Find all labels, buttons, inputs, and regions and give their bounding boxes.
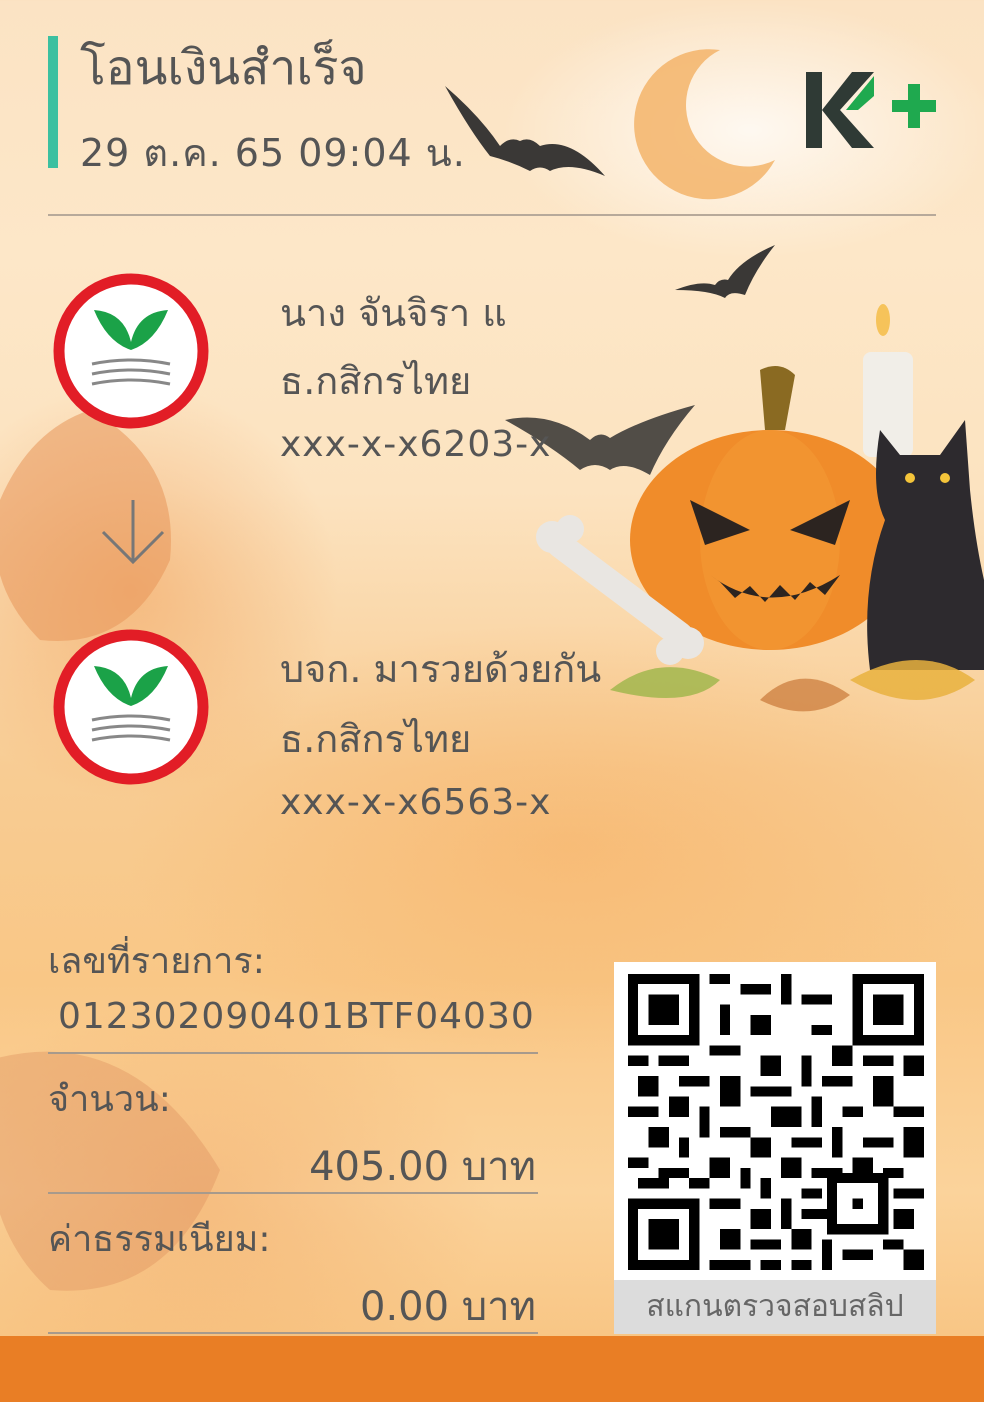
divider <box>48 1052 538 1054</box>
sender-bank: ธ.กสิกรไทย <box>280 359 472 403</box>
receiver-name: บจก. มารวยด้วยกัน <box>280 647 602 691</box>
bat-icon <box>675 245 775 298</box>
receiver-account: xxx-x-x6563-x <box>280 782 552 823</box>
fee-value: 0.00 บาท <box>360 1284 536 1330</box>
qr-code-icon[interactable] <box>628 974 924 1270</box>
txid-label: เลขที่รายการ: <box>48 941 265 982</box>
leaf-icon <box>0 1051 220 1291</box>
candle-icon <box>863 304 913 457</box>
divider <box>48 1192 538 1194</box>
transfer-datetime: 29 ต.ค. 65 09:04 น. <box>80 131 466 175</box>
cat-icon <box>867 420 984 670</box>
divider <box>48 1332 538 1334</box>
arrow-down-icon <box>101 500 165 565</box>
page-title: โอนเงินสำเร็จ <box>80 40 367 96</box>
header-divider <box>48 214 936 216</box>
txid-value: 012302090401BTF04030 <box>58 996 535 1037</box>
sender-kbank-logo-icon <box>53 273 209 429</box>
header-accent-bar <box>48 36 58 168</box>
receiver-bank: ธ.กสิกรไทย <box>280 717 472 761</box>
amount-label: จำนวน: <box>48 1079 171 1120</box>
amount-value: 405.00 บาท <box>309 1144 536 1190</box>
sender-account: xxx-x-x6203-x <box>280 424 552 465</box>
pumpkin-icon <box>630 366 910 650</box>
leaf-icon <box>610 660 975 712</box>
receiver-kbank-logo-icon <box>53 629 209 785</box>
qr-code-panel[interactable]: สแกนตรวจสอบสลิป <box>614 962 936 1334</box>
fee-label: ค่าธรรมเนียม: <box>48 1219 271 1260</box>
moon-icon <box>634 49 775 200</box>
kplus-logo-icon <box>806 72 936 148</box>
sender-name: นาง จันจิรา แ <box>280 291 507 335</box>
qr-caption: สแกนตรวจสอบสลิป <box>614 1280 936 1334</box>
bottom-band <box>0 1336 984 1402</box>
